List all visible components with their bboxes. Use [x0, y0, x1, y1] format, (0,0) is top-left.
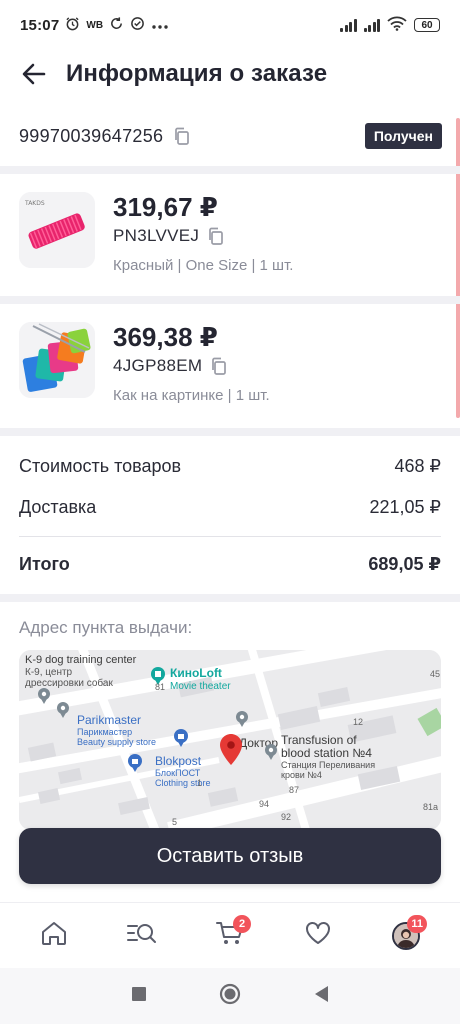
map-number: 94: [259, 799, 269, 809]
summary-goods-label: Стоимость товаров: [19, 456, 182, 476]
product-thumbnail[interactable]: TAKDS: [19, 192, 95, 268]
section-divider: [0, 166, 460, 174]
back-triangle-icon[interactable]: [313, 985, 329, 1008]
product-variant: Как на картинке | 1 шт.: [113, 387, 270, 404]
status-bar: 15:07 WB 60: [0, 0, 460, 50]
map-label-blokpost-sub: Clothing store: [155, 778, 211, 788]
nav-favorites[interactable]: [293, 911, 343, 961]
system-navigation-bar: [0, 968, 460, 1024]
profile-badge: 11: [407, 914, 427, 933]
home-circle-icon[interactable]: [219, 983, 241, 1010]
product-brand-text: TAKDS: [24, 200, 45, 207]
product-price: 369,38 ₽: [113, 322, 218, 352]
recent-apps-icon[interactable]: [131, 986, 147, 1007]
map-label-k9-ru-1: К-9, центр: [25, 667, 73, 678]
product-sku-line: PN3LVVEJ: [113, 226, 293, 246]
copy-icon[interactable]: [173, 127, 190, 146]
check-circle-icon: [130, 16, 145, 35]
product-sku: PN3LVVEJ: [113, 226, 200, 245]
map-label-parikmaster-ru: Парикмастер: [77, 727, 132, 737]
map-label-transfusion-2: blood station №4: [281, 746, 372, 760]
map-label-blokpost-ru: БлокПОСТ: [155, 768, 201, 778]
status-icons-left: WB: [65, 16, 169, 35]
section-divider: [0, 296, 460, 304]
map-number: 5: [172, 817, 177, 827]
page-title: Информация о заказе: [66, 60, 328, 87]
heart-icon: [304, 920, 332, 951]
status-badge: Получен: [364, 123, 442, 149]
summary-delivery-row: Доставка 221,05 ₽: [19, 497, 441, 518]
pickup-map[interactable]: K-9 dog training center К-9, центр дресс…: [19, 650, 441, 830]
product-item[interactable]: TAKDS 319,67 ₽ PN3LVVEJ Красный | One Si…: [0, 192, 460, 302]
product-info: 369,38 ₽ 4JGP88EM Как на картинке | 1 шт…: [113, 322, 270, 404]
app-header: Информация о заказе: [0, 50, 460, 98]
product-thumbnail[interactable]: [19, 322, 95, 398]
product-sku-line: 4JGP88EM: [113, 356, 270, 376]
map-label-transfusion-1: Transfusion of: [281, 733, 357, 747]
catalog-search-icon: [126, 920, 158, 951]
signal-icon-2: [363, 18, 380, 32]
nav-profile[interactable]: 11: [381, 911, 431, 961]
product-variant: Красный | One Size | 1 шт.: [113, 257, 294, 274]
map-label-blokpost: Blokpost: [155, 754, 202, 768]
more-dots-icon: [151, 17, 169, 34]
battery-indicator: 60: [414, 18, 440, 32]
map-label-k9-ru-2: дрессировки собак: [25, 677, 113, 689]
status-time: 15:07: [20, 16, 60, 34]
summary-goods-value: 468 ₽: [394, 456, 442, 476]
product-item[interactable]: 369,38 ₽ 4JGP88EM Как на картинке | 1 шт…: [0, 322, 460, 432]
map-number: 87: [289, 785, 299, 795]
map-number: 81а: [423, 802, 438, 812]
status-icons-right: 60: [340, 16, 440, 35]
product-info: 319,67 ₽ PN3LVVEJ Красный | One Size | 1…: [113, 192, 293, 274]
nav-catalog-search[interactable]: [117, 911, 167, 961]
bottom-navigation: 2 11: [0, 902, 460, 968]
summary-delivery-value: 221,05 ₽: [369, 497, 441, 517]
nav-home[interactable]: [29, 911, 79, 961]
wifi-icon: [387, 16, 407, 35]
summary-separator: [19, 536, 441, 537]
map-label-kinoloft: КиноLoft: [170, 666, 222, 680]
product-sku: 4JGP88EM: [113, 356, 203, 375]
sync-icon: [109, 16, 124, 35]
pickup-address-label: Адрес пункта выдачи:: [19, 618, 193, 637]
order-number-row: 99970039647256 Получен: [0, 114, 460, 158]
home-icon: [40, 920, 68, 951]
map-number: 92: [281, 812, 291, 822]
map-number: 1: [197, 778, 202, 788]
copy-icon[interactable]: [207, 227, 224, 246]
order-number: 99970039647256: [19, 125, 164, 146]
map-number: 12: [353, 717, 363, 727]
summary-total-row: Итого 689,05 ₽: [19, 554, 441, 575]
map-label-k9: K-9 dog training center: [25, 654, 137, 666]
section-divider: [0, 594, 460, 602]
alarm-icon: [65, 16, 80, 35]
map-number: 81: [155, 682, 165, 692]
nav-cart[interactable]: 2: [205, 911, 255, 961]
back-arrow-icon[interactable]: [20, 60, 48, 88]
summary-total-label: Итого: [19, 554, 70, 574]
summary-total-value: 689,05 ₽: [368, 554, 441, 574]
wb-status-label: WB: [86, 19, 104, 31]
summary-goods-row: Стоимость товаров 468 ₽: [19, 456, 441, 477]
map-label-transfusion-ru-2: крови №4: [281, 770, 322, 780]
leave-review-button[interactable]: Оставить отзыв: [19, 828, 441, 884]
copy-icon[interactable]: [210, 357, 227, 376]
map-label-parikmaster-sub: Beauty supply store: [77, 737, 156, 747]
map-label-parikmaster: Parikmaster: [77, 713, 141, 727]
signal-icon: [340, 18, 357, 32]
cart-badge: 2: [233, 914, 251, 933]
product-price: 319,67 ₽: [113, 192, 218, 222]
map-label-transfusion-ru-1: Станция Переливания: [281, 760, 375, 770]
map-label-kinoloft-sub: Movie theater: [170, 681, 231, 692]
section-divider: [0, 428, 460, 436]
map-number: 45: [430, 669, 440, 679]
summary-delivery-label: Доставка: [19, 497, 97, 517]
